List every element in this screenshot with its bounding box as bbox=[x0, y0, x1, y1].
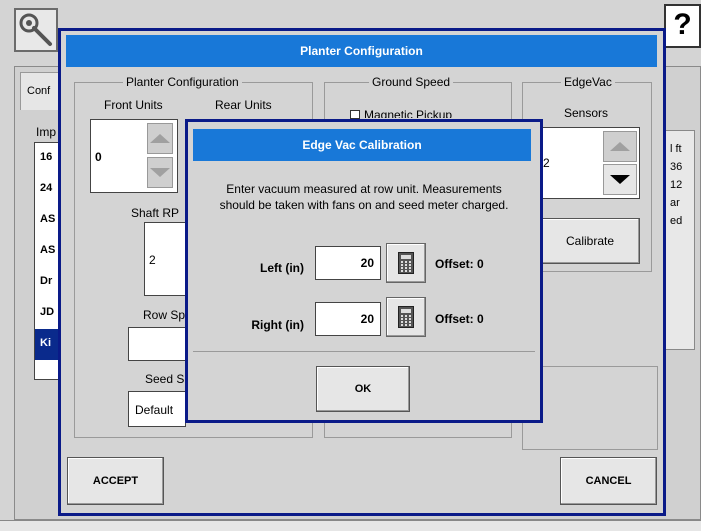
cancel-button[interactable]: CANCEL bbox=[560, 457, 657, 505]
accept-label: ACCEPT bbox=[92, 475, 139, 487]
instruction-text: Enter vacuum measured at row unit. Measu… bbox=[188, 181, 540, 213]
right-input[interactable]: 20 bbox=[315, 302, 381, 336]
magnetic-pickup-label: Magnetic Pickup bbox=[364, 108, 453, 118]
ok-button[interactable]: OK bbox=[316, 366, 410, 412]
front-units-up-button[interactable] bbox=[147, 123, 173, 154]
arrow-down-icon bbox=[150, 168, 170, 177]
sensors-value: 2 bbox=[543, 156, 550, 170]
right-label: Right (in) bbox=[251, 318, 304, 332]
calculator-icon bbox=[398, 306, 414, 328]
arrow-up-icon bbox=[610, 142, 630, 151]
right-offset: Offset: 0 bbox=[435, 312, 484, 326]
help-button[interactable]: ? bbox=[664, 4, 701, 48]
sensors-up-button[interactable] bbox=[603, 131, 637, 162]
left-input[interactable]: 20 bbox=[315, 246, 381, 280]
sensors-field[interactable]: 2 bbox=[540, 127, 640, 199]
shaft-rpm-field[interactable]: 2 bbox=[144, 222, 188, 296]
rear-units-label: Rear Units bbox=[215, 98, 272, 112]
seed-field[interactable]: Default bbox=[128, 391, 186, 427]
edge-vac-title: Edge Vac Calibration bbox=[193, 129, 531, 161]
shaft-rpm-label: Shaft RP bbox=[131, 206, 180, 220]
shaft-rpm-value: 2 bbox=[149, 253, 156, 267]
divider bbox=[193, 351, 535, 352]
planter-config-title: Planter Configuration bbox=[66, 35, 657, 67]
front-units-value: 0 bbox=[95, 150, 102, 164]
row-spacing-label: Row Sp bbox=[143, 308, 185, 322]
group-title: Planter Configuration bbox=[123, 75, 242, 89]
implement-list-header: Imp bbox=[36, 125, 57, 139]
calibrate-button[interactable]: Calibrate bbox=[540, 218, 640, 264]
seed-label: Seed S bbox=[145, 372, 185, 386]
ok-label: OK bbox=[354, 383, 372, 395]
calibrate-label: Calibrate bbox=[565, 234, 615, 248]
row-spacing-field[interactable] bbox=[128, 327, 188, 361]
calculator-icon bbox=[398, 252, 414, 274]
right-calculator-button[interactable] bbox=[386, 297, 426, 337]
arrow-down-icon bbox=[610, 175, 630, 184]
help-icon: ? bbox=[673, 8, 692, 41]
left-calculator-button[interactable] bbox=[386, 243, 426, 283]
accept-button[interactable]: ACCEPT bbox=[67, 457, 164, 505]
front-units-field[interactable]: 0 bbox=[90, 119, 178, 193]
front-units-label: Front Units bbox=[104, 98, 163, 112]
bottom-strip bbox=[0, 520, 701, 531]
tab-label: Conf bbox=[27, 85, 51, 97]
wrench-icon[interactable] bbox=[14, 8, 58, 52]
left-label: Left (in) bbox=[260, 261, 304, 275]
instruction-line: Enter vacuum measured at row unit. Measu… bbox=[226, 182, 502, 196]
arrow-up-icon bbox=[150, 134, 170, 143]
seed-value: Default bbox=[135, 403, 174, 417]
checkbox-icon[interactable] bbox=[350, 110, 360, 119]
group-title: Ground Speed bbox=[369, 75, 454, 89]
sensors-label: Sensors bbox=[564, 106, 609, 120]
group-title: EdgeVac bbox=[561, 75, 615, 89]
front-units-down-button[interactable] bbox=[147, 157, 173, 188]
left-offset: Offset: 0 bbox=[435, 257, 484, 271]
instruction-line: should be taken with fans on and seed me… bbox=[219, 198, 509, 212]
sensors-down-button[interactable] bbox=[603, 164, 637, 195]
cancel-label: CANCEL bbox=[585, 475, 632, 487]
